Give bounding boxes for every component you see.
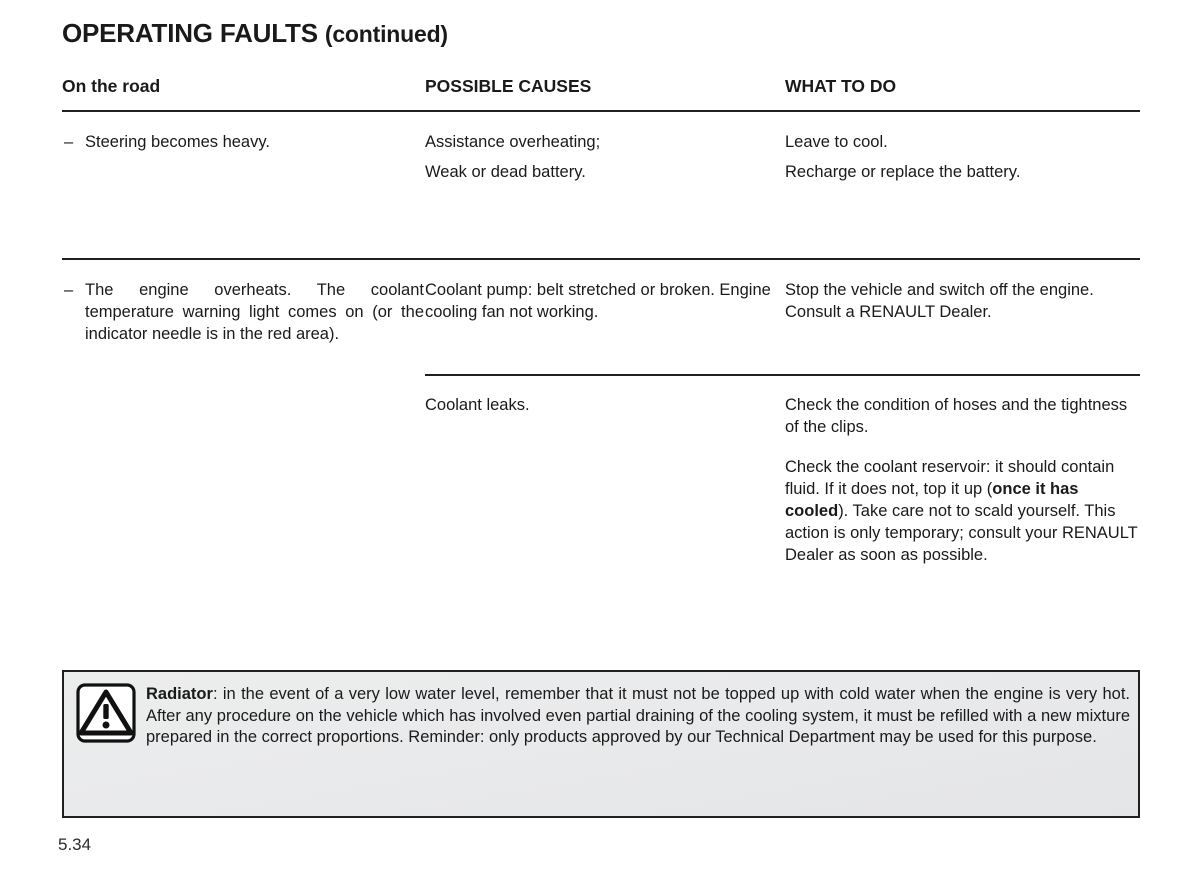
row2-symptom-text: The engine overheats. The coolant temper… (62, 279, 424, 345)
warning-text: Radiator: in the event of a very low wat… (146, 684, 1130, 749)
row3-action-paragraph-1: Check the condition of hoses and the tig… (785, 396, 1128, 436)
faults-table: On the road POSSIBLE CAUSES WHAT TO DO S… (62, 76, 1140, 564)
row-divider-1 (62, 258, 1140, 260)
page-number: 5.34 (58, 835, 92, 854)
row1-causes-cell: Assistance overheating; Weak or dead bat… (425, 131, 773, 183)
row3-action-paragraph-2: Check the coolant reservoir: it should c… (785, 456, 1140, 566)
row3-cause-text: Coolant leaks. (425, 396, 530, 414)
row-divider-2 (425, 374, 1140, 376)
row2-action-text: Stop the vehicle and switch off the engi… (785, 281, 1094, 321)
warning-triangle-icon (76, 683, 136, 743)
table-row: The engine overheats. The coolant temper… (62, 279, 1140, 374)
manual-page: OPERATING FAULTS (continued) On the road… (0, 0, 1200, 888)
table-row: Steering becomes heavy. Assistance overh… (62, 131, 1140, 256)
row1-cause-line-2: Weak or dead battery. (425, 163, 586, 181)
page-title: OPERATING FAULTS (continued) (62, 18, 448, 49)
row1-symptom-cell: Steering becomes heavy. (62, 131, 424, 153)
row2-actions-cell: Stop the vehicle and switch off the engi… (785, 279, 1140, 323)
column-header-what-to-do: WHAT TO DO (785, 76, 897, 96)
header-divider (62, 110, 1140, 112)
row1-action-line-2: Recharge or replace the battery. (785, 163, 1021, 181)
warning-callout-box: Radiator: in the event of a very low wat… (62, 670, 1140, 818)
row3-causes-cell: Coolant leaks. (425, 394, 773, 416)
table-header-row: On the road POSSIBLE CAUSES WHAT TO DO (62, 76, 1140, 100)
column-header-possible-causes: POSSIBLE CAUSES (425, 76, 592, 96)
table-row: Coolant leaks. Check the condition of ho… (62, 394, 1140, 604)
warning-body-text: : in the event of a very low water level… (146, 685, 1130, 746)
row3-actions-cell: Check the condition of hoses and the tig… (785, 394, 1140, 566)
row1-cause-line-1: Assistance overheating; (425, 133, 601, 151)
row1-action-line-1: Leave to cool. (785, 133, 888, 151)
row2-cause-text: Coolant pump: belt stretched or broken. … (425, 281, 771, 321)
row1-symptom-text: Steering becomes heavy. (62, 131, 424, 153)
column-header-on-the-road: On the road (62, 76, 161, 96)
row1-actions-cell: Leave to cool. Recharge or replace the b… (785, 131, 1140, 183)
page-title-continued: (continued) (324, 21, 448, 47)
row2-causes-cell: Coolant pump: belt stretched or broken. … (425, 279, 773, 323)
row2-symptom-cell: The engine overheats. The coolant temper… (62, 279, 424, 345)
row3-action-text-b: ). Take care not to scald yourself. This… (785, 502, 1138, 564)
page-title-main: OPERATING FAULTS (62, 18, 318, 48)
warning-lead-word: Radiator (146, 685, 213, 703)
